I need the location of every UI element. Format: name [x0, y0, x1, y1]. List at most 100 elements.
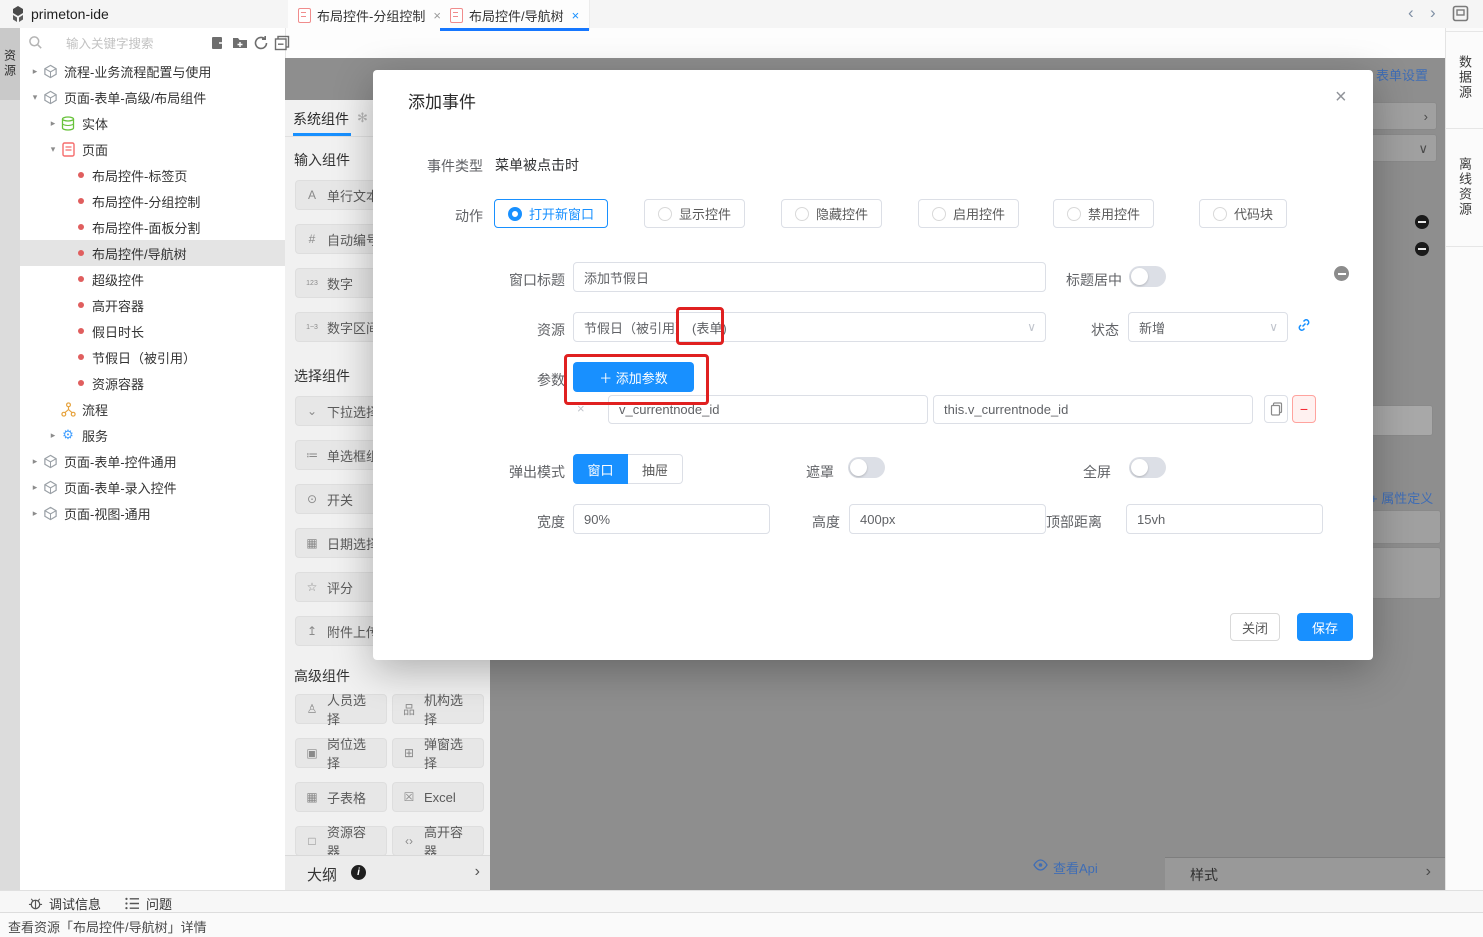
action-option-open-window[interactable]: 打开新窗口 — [494, 199, 608, 228]
expand-arrow-icon[interactable]: ▸ — [28, 66, 42, 77]
tree-item[interactable]: 布局控件-标签页 — [20, 162, 285, 188]
palette-item[interactable]: ⊞弹窗选择 — [392, 738, 484, 768]
tree-item[interactable]: ▸ 页面-视图-通用 — [20, 500, 285, 526]
action-option-show-control[interactable]: 显示控件 — [644, 199, 745, 228]
tree-item[interactable]: 高开容器 — [20, 292, 285, 318]
copy-icon[interactable] — [1264, 395, 1288, 423]
tree-item[interactable]: ▾ 页面-表单-高级/布局组件 — [20, 84, 285, 110]
palette-item[interactable]: ♙人员选择 — [295, 694, 387, 724]
radio-group-icon: ≔ — [304, 448, 320, 462]
tree-item[interactable]: 超级控件 — [20, 266, 285, 292]
param-value-input[interactable] — [933, 395, 1253, 424]
expand-arrow-icon[interactable]: ▸ — [28, 508, 42, 519]
auto-number-icon: # — [304, 232, 320, 246]
collapse-all-icon[interactable] — [274, 35, 290, 51]
palette-item[interactable]: □资源容器 — [295, 826, 387, 856]
tree-item[interactable]: ▸ ⚙ 服务 — [20, 422, 285, 448]
palette-item[interactable]: ▦子表格 — [295, 782, 387, 812]
add-folder-icon[interactable] — [232, 35, 248, 51]
chevron-right-icon[interactable]: › — [475, 863, 480, 881]
link-icon[interactable] — [1296, 317, 1312, 338]
resource-tree: ▸ 流程-业务流程配置与使用 ▾ 页面-表单-高级/布局组件 ▸ 实体 ▾ 页面… — [20, 58, 285, 890]
nav-forward-icon[interactable]: › — [1430, 5, 1436, 21]
window-title-label: 窗口标题 — [509, 270, 565, 290]
expand-arrow-icon[interactable]: ▸ — [46, 430, 60, 441]
palette-tab-system[interactable]: 系统组件 — [293, 109, 349, 129]
tab-layout-nav-tree[interactable]: 布局控件/导航树 × — [440, 0, 590, 30]
width-input[interactable] — [573, 504, 770, 534]
tree-item[interactable]: 资源容器 — [20, 370, 285, 396]
top-distance-input[interactable] — [1126, 504, 1323, 534]
add-param-button[interactable]: ＋ 添加参数 — [573, 362, 694, 392]
chevron-down-icon: ∨ — [1027, 320, 1036, 334]
tree-item[interactable]: ▾ 页面 — [20, 136, 285, 162]
collapse-arrow-icon[interactable]: ▾ — [46, 144, 60, 155]
problems-tab[interactable]: 问题 — [125, 894, 172, 913]
remove-row-icon[interactable] — [1334, 266, 1349, 281]
activity-tab-resources[interactable]: 资源 — [0, 28, 20, 100]
tab-layout-group-control[interactable]: 布局控件-分组控制 × — [288, 0, 452, 30]
save-icon[interactable] — [1452, 5, 1469, 27]
debug-icon — [28, 896, 43, 911]
view-api-link[interactable]: 查看Api — [1053, 858, 1098, 877]
export-doc-icon[interactable] — [211, 35, 227, 51]
mask-toggle[interactable] — [848, 457, 885, 478]
save-button[interactable]: 保存 — [1297, 613, 1353, 641]
remove-item-icon[interactable] — [1415, 242, 1429, 256]
remove-item-icon[interactable] — [1415, 215, 1429, 229]
resource-select[interactable]: 节假日（被引用） (表单) ∨ — [573, 312, 1046, 342]
fullscreen-toggle[interactable] — [1129, 457, 1166, 478]
palette-item[interactable]: 品机构选择 — [392, 694, 484, 724]
status-select[interactable]: 新增 ∨ — [1128, 312, 1288, 342]
tree-item[interactable]: 节假日（被引用） — [20, 344, 285, 370]
tree-item[interactable]: 流程 — [20, 396, 285, 422]
popup-mode-window[interactable]: 窗口 — [573, 454, 628, 484]
action-option-disable-control[interactable]: 禁用控件 — [1053, 199, 1154, 228]
form-settings-link[interactable]: 表单设置 — [1376, 65, 1428, 84]
title-center-toggle[interactable] — [1129, 266, 1166, 287]
action-option-enable-control[interactable]: 启用控件 — [918, 199, 1019, 228]
palette-item[interactable]: ▣岗位选择 — [295, 738, 387, 768]
panel-input-fragment[interactable] — [1371, 405, 1433, 436]
close-icon[interactable]: × — [1335, 86, 1347, 109]
tree-item[interactable]: 假日时长 — [20, 318, 285, 344]
nav-back-icon[interactable]: ‹ — [1408, 5, 1414, 21]
action-option-hide-control[interactable]: 隐藏控件 — [781, 199, 882, 228]
activity-tab-datasource[interactable]: 数据源 — [1446, 36, 1483, 118]
palette-item[interactable]: ☒Excel — [392, 782, 484, 812]
tab-close-icon[interactable]: × — [572, 8, 580, 23]
expand-arrow-icon[interactable]: ▸ — [28, 456, 42, 467]
remove-param-icon[interactable]: − — [1292, 395, 1316, 423]
tree-item[interactable]: ▸ 实体 — [20, 110, 285, 136]
activity-tab-offline-resource[interactable]: 离线资源 — [1446, 136, 1483, 238]
collapse-arrow-icon[interactable]: ▾ — [28, 92, 42, 103]
resource-type-suffix: (表单) — [692, 318, 727, 337]
expand-arrow-icon[interactable]: ▸ — [46, 118, 60, 129]
panel-row[interactable]: › — [1371, 102, 1437, 130]
popup-picker-icon: ⊞ — [401, 746, 417, 760]
param-name-input[interactable] — [608, 395, 928, 424]
section-header: 高级组件 — [294, 666, 350, 686]
tree-item[interactable]: 布局控件-面板分割 — [20, 214, 285, 240]
refresh-icon[interactable] — [253, 35, 269, 51]
popup-mode-drawer[interactable]: 抽屉 — [628, 454, 683, 484]
tree-item[interactable]: ▸ 页面-表单-录入控件 — [20, 474, 285, 500]
close-button[interactable]: 关闭 — [1230, 613, 1280, 641]
tree-item[interactable]: ▸ 页面-表单-控件通用 — [20, 448, 285, 474]
search-input[interactable] — [64, 33, 218, 55]
add-property-link[interactable]: + 属性定义 — [1370, 488, 1433, 507]
info-icon: i — [351, 865, 366, 880]
outline-bar[interactable]: 大纲 i › — [285, 855, 490, 890]
height-input[interactable] — [849, 504, 1046, 534]
tree-item[interactable]: 布局控件-分组控制 — [20, 188, 285, 214]
style-panel-header[interactable]: 样式 › — [1165, 857, 1445, 890]
tree-item-selected[interactable]: 布局控件/导航树 — [20, 240, 285, 266]
param-remove-icon[interactable]: × — [577, 401, 585, 416]
tree-item[interactable]: ▸ 流程-业务流程配置与使用 — [20, 58, 285, 84]
palette-item[interactable]: ‹›高开容器 — [392, 826, 484, 856]
window-title-input[interactable] — [573, 262, 1046, 292]
expand-arrow-icon[interactable]: ▸ — [28, 482, 42, 493]
debug-info-tab[interactable]: 调试信息 — [28, 894, 101, 913]
panel-row[interactable]: ∨ — [1371, 134, 1437, 162]
action-option-code-block[interactable]: 代码块 — [1199, 199, 1287, 228]
